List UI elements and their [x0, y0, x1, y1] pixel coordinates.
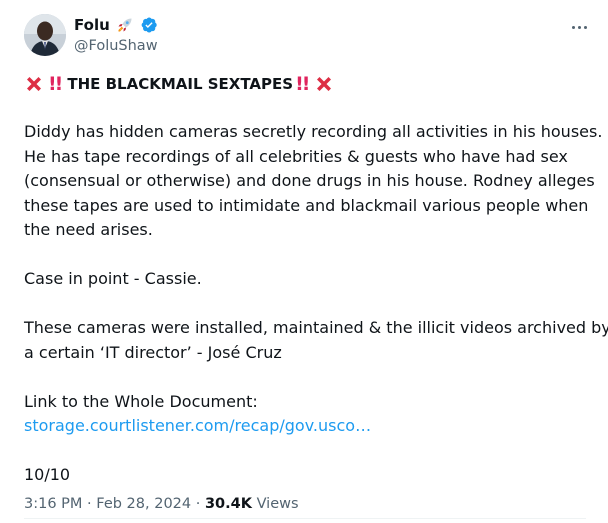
tweet-headline-row: !! THE BLACKMAIL SEXTAPES !!	[24, 71, 334, 97]
rocket-emoji-icon	[116, 16, 134, 34]
tweet-date[interactable]: Feb 28, 2024	[96, 496, 191, 512]
tweet-meta: 3:16 PM · Feb 28, 2024 · 30.4K Views	[24, 494, 299, 514]
tweet-time[interactable]: 3:16 PM	[24, 496, 82, 512]
user-handle[interactable]: @FoluShaw	[74, 37, 158, 55]
tweet-text-line: (consensual or otherwise) and done drugs…	[24, 171, 595, 190]
double-exclamation-emoji-icon: !!	[295, 73, 310, 95]
meta-separator: ·	[87, 496, 92, 512]
document-link[interactable]: storage.courtlistener.com/recap/gov.usco…	[24, 416, 371, 435]
tweet-headline: THE BLACKMAIL SEXTAPES	[67, 75, 294, 93]
thread-counter: 10/10	[24, 465, 71, 484]
tweet-text-line: these tapes are used to intimidate and b…	[24, 195, 589, 215]
divider	[24, 518, 586, 519]
meta-separator: ·	[195, 496, 201, 512]
verified-badge-icon[interactable]	[140, 16, 158, 34]
red-cross-emoji-icon	[314, 74, 334, 94]
more-options-icon[interactable]	[568, 16, 590, 38]
tweet-text-line: Case in point - Cassie.	[24, 269, 202, 288]
tweet-text-line: He has tape recordings of all celebritie…	[24, 146, 568, 166]
views-count[interactable]: 30.4K	[205, 496, 252, 512]
tweet-text-line: Diddy has hidden cameras secretly record…	[24, 122, 603, 141]
tweet-text-line: These cameras were installed, maintained…	[24, 318, 608, 337]
avatar[interactable]	[24, 14, 66, 56]
views-label: Views	[256, 496, 299, 512]
tweet-text-line: Link to the Whole Document:	[24, 391, 258, 411]
double-exclamation-emoji-icon: !!	[48, 73, 63, 95]
display-name-row[interactable]: Folu	[74, 16, 158, 34]
tweet-card: Folu @FoluShaw !! THE BLACKMAIL SEXTAPES…	[0, 0, 608, 523]
tweet-body: Diddy has hidden cameras secretly record…	[24, 120, 608, 488]
display-name[interactable]: Folu	[74, 16, 110, 34]
red-cross-emoji-icon	[24, 74, 44, 94]
tweet-text-line: a certain ‘IT director’ - José Cruz	[24, 342, 282, 362]
tweet-text-line: the need arises.	[24, 220, 153, 239]
